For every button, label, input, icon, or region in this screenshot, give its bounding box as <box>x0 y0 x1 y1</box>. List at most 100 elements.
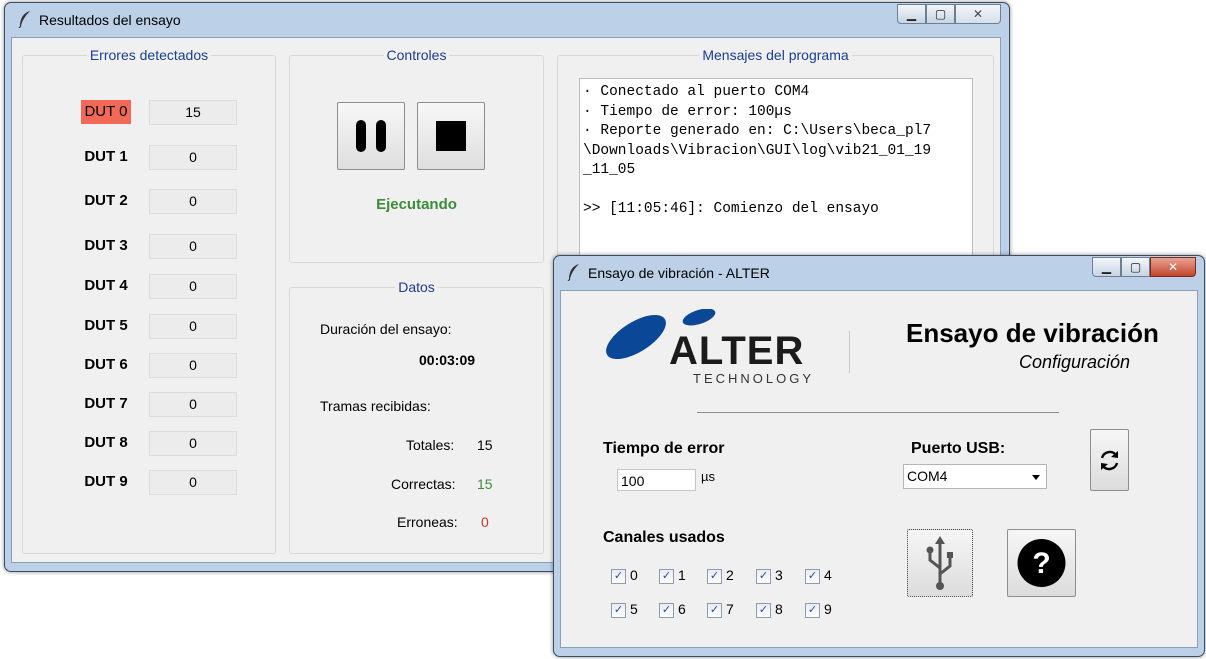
channel-label: 2 <box>726 567 734 583</box>
errors-group-label: Errores detectados <box>86 47 212 63</box>
dut-error-count: 0 <box>149 392 237 417</box>
close-button[interactable]: ✕ <box>955 4 1001 24</box>
errors-group: Errores detectados DUT 0 15 DUT 1 0 DUT 2 0 DU… <box>22 47 276 554</box>
message-line: \Downloads\Vibracion\GUI\log\vib21_01_19 <box>583 142 932 159</box>
channel-checkbox[interactable]: ✓ <box>805 603 820 618</box>
dut-label: DUT 1 <box>84 148 128 165</box>
pause-button[interactable] <box>337 102 405 170</box>
close-button[interactable]: ✕ <box>1150 257 1196 277</box>
error-time-unit: µs <box>701 469 715 484</box>
error-time-label: Tiempo de error <box>603 440 725 457</box>
frames-label: Tramas recibidas: <box>320 398 431 414</box>
dut-error-count: 0 <box>149 274 237 299</box>
config-window: Ensayo de vibración - ALTER ▁ ▢ ✕ ALTER … <box>553 255 1205 657</box>
dut-label: DUT 0 <box>81 100 131 124</box>
channel-label: 6 <box>678 601 686 617</box>
channel-checkbox[interactable]: ✓ <box>659 569 674 584</box>
error-time-input[interactable]: 100 <box>617 469 696 491</box>
channel-label: 3 <box>775 567 783 583</box>
dut-error-count: 0 <box>149 314 237 339</box>
svg-text:?: ? <box>1032 547 1050 580</box>
message-line: >> [11:05:46]: Comienzo del ensayo <box>583 201 879 217</box>
pause-icon <box>356 120 386 152</box>
maximize-button[interactable]: ▢ <box>926 4 955 24</box>
usb-connect-button[interactable] <box>907 529 973 597</box>
dut-label: DUT 3 <box>84 237 128 254</box>
config-window-title: Ensayo de vibración - ALTER <box>588 265 770 281</box>
data-group-label: Datos <box>395 279 438 295</box>
dut-label: DUT 8 <box>84 434 128 451</box>
header-rule <box>697 412 1059 413</box>
feather-icon <box>567 264 579 281</box>
close-icon: ✕ <box>1167 260 1179 274</box>
help-icon: ? <box>1017 539 1066 587</box>
dut-label: DUT 9 <box>84 473 128 490</box>
channel-checkbox[interactable]: ✓ <box>805 569 820 584</box>
wrong-label: Erroneas: <box>397 514 458 530</box>
messages-textbox[interactable]: · Conectado al puerto COM4 · Tiempo de er… <box>579 78 973 270</box>
wrong-value: 0 <box>481 514 489 530</box>
dut-label: DUT 4 <box>84 277 128 294</box>
run-status: Ejecutando <box>376 196 457 213</box>
dut-error-count: 0 <box>149 189 237 214</box>
channel-label: 5 <box>630 601 638 617</box>
dut-label: DUT 2 <box>84 192 128 209</box>
channel-checkbox[interactable]: ✓ <box>659 603 674 618</box>
maximize-button[interactable]: ▢ <box>1121 257 1150 277</box>
help-button[interactable]: ? <box>1007 529 1076 597</box>
channel-checkbox[interactable]: ✓ <box>707 569 722 584</box>
usb-port-select[interactable]: COM4 <box>903 464 1047 489</box>
dut-error-count: 15 <box>149 100 237 125</box>
channel-label: 0 <box>630 567 638 583</box>
dut-error-count: 0 <box>149 145 237 170</box>
channel-checkbox[interactable]: ✓ <box>611 603 626 618</box>
results-titlebar[interactable]: Resultados del ensayo ▁ ▢ ✕ <box>5 3 1009 33</box>
channels-label: Canales usados <box>603 529 725 546</box>
usb-icon <box>926 536 953 590</box>
correct-value: 15 <box>477 476 493 492</box>
channel-label: 1 <box>678 567 686 583</box>
data-group: Datos Duración del ensayo: 00:03:09 Tram… <box>289 279 544 554</box>
message-line: · Conectado al puerto COM4 <box>583 84 810 100</box>
channel-label: 8 <box>775 601 783 617</box>
message-line: _11_05 <box>583 162 636 178</box>
minimize-button[interactable]: ▁ <box>897 4 926 24</box>
minimize-icon: ▁ <box>1101 260 1112 274</box>
refresh-ports-button[interactable] <box>1090 429 1129 491</box>
total-label: Totales: <box>406 437 455 453</box>
message-line: · Reporte generado en: C:\Users\beca_pl7 <box>583 123 932 139</box>
duration-value: 00:03:09 <box>419 352 476 368</box>
dut-error-count: 0 <box>149 234 237 259</box>
logo-separator <box>849 331 850 373</box>
refresh-icon <box>1100 450 1119 471</box>
results-window-title: Resultados del ensayo <box>39 12 181 28</box>
logo-brand: ALTER <box>669 329 805 373</box>
config-caption-buttons: ▁ ▢ ✕ <box>1092 257 1196 277</box>
channel-checkbox[interactable]: ✓ <box>756 603 771 618</box>
maximize-icon: ▢ <box>1129 260 1142 274</box>
maximize-icon: ▢ <box>934 7 947 21</box>
minimize-icon: ▁ <box>906 7 917 21</box>
dut-error-count: 0 <box>149 470 237 495</box>
minimize-button[interactable]: ▁ <box>1092 257 1121 277</box>
close-icon: ✕ <box>972 7 984 21</box>
feather-icon <box>18 11 30 28</box>
controls-group: Controles Ejecutando <box>289 47 544 263</box>
dut-error-count: 0 <box>149 431 237 456</box>
channel-label: 4 <box>824 567 832 583</box>
channel-checkbox[interactable]: ✓ <box>707 603 722 618</box>
channel-checkbox[interactable]: ✓ <box>611 569 626 584</box>
correct-label: Correctas: <box>391 476 456 492</box>
usb-port-label: Puerto USB: <box>911 440 1006 457</box>
messages-group-label: Mensajes del programa <box>699 47 852 63</box>
config-client-area: ALTER TECHNOLOGY Ensayo de vibración Con… <box>560 290 1198 648</box>
stop-button[interactable] <box>417 102 485 170</box>
channel-checkbox[interactable]: ✓ <box>756 569 771 584</box>
logo-sub: TECHNOLOGY <box>693 371 815 386</box>
dut-label: DUT 7 <box>84 395 128 412</box>
alter-logo: ALTER TECHNOLOGY <box>599 309 819 389</box>
config-titlebar[interactable]: Ensayo de vibración - ALTER ▁ ▢ ✕ <box>554 256 1204 286</box>
stop-icon <box>436 121 466 151</box>
dut-label: DUT 6 <box>84 356 128 373</box>
config-heading: Ensayo de vibración <box>906 318 1159 348</box>
